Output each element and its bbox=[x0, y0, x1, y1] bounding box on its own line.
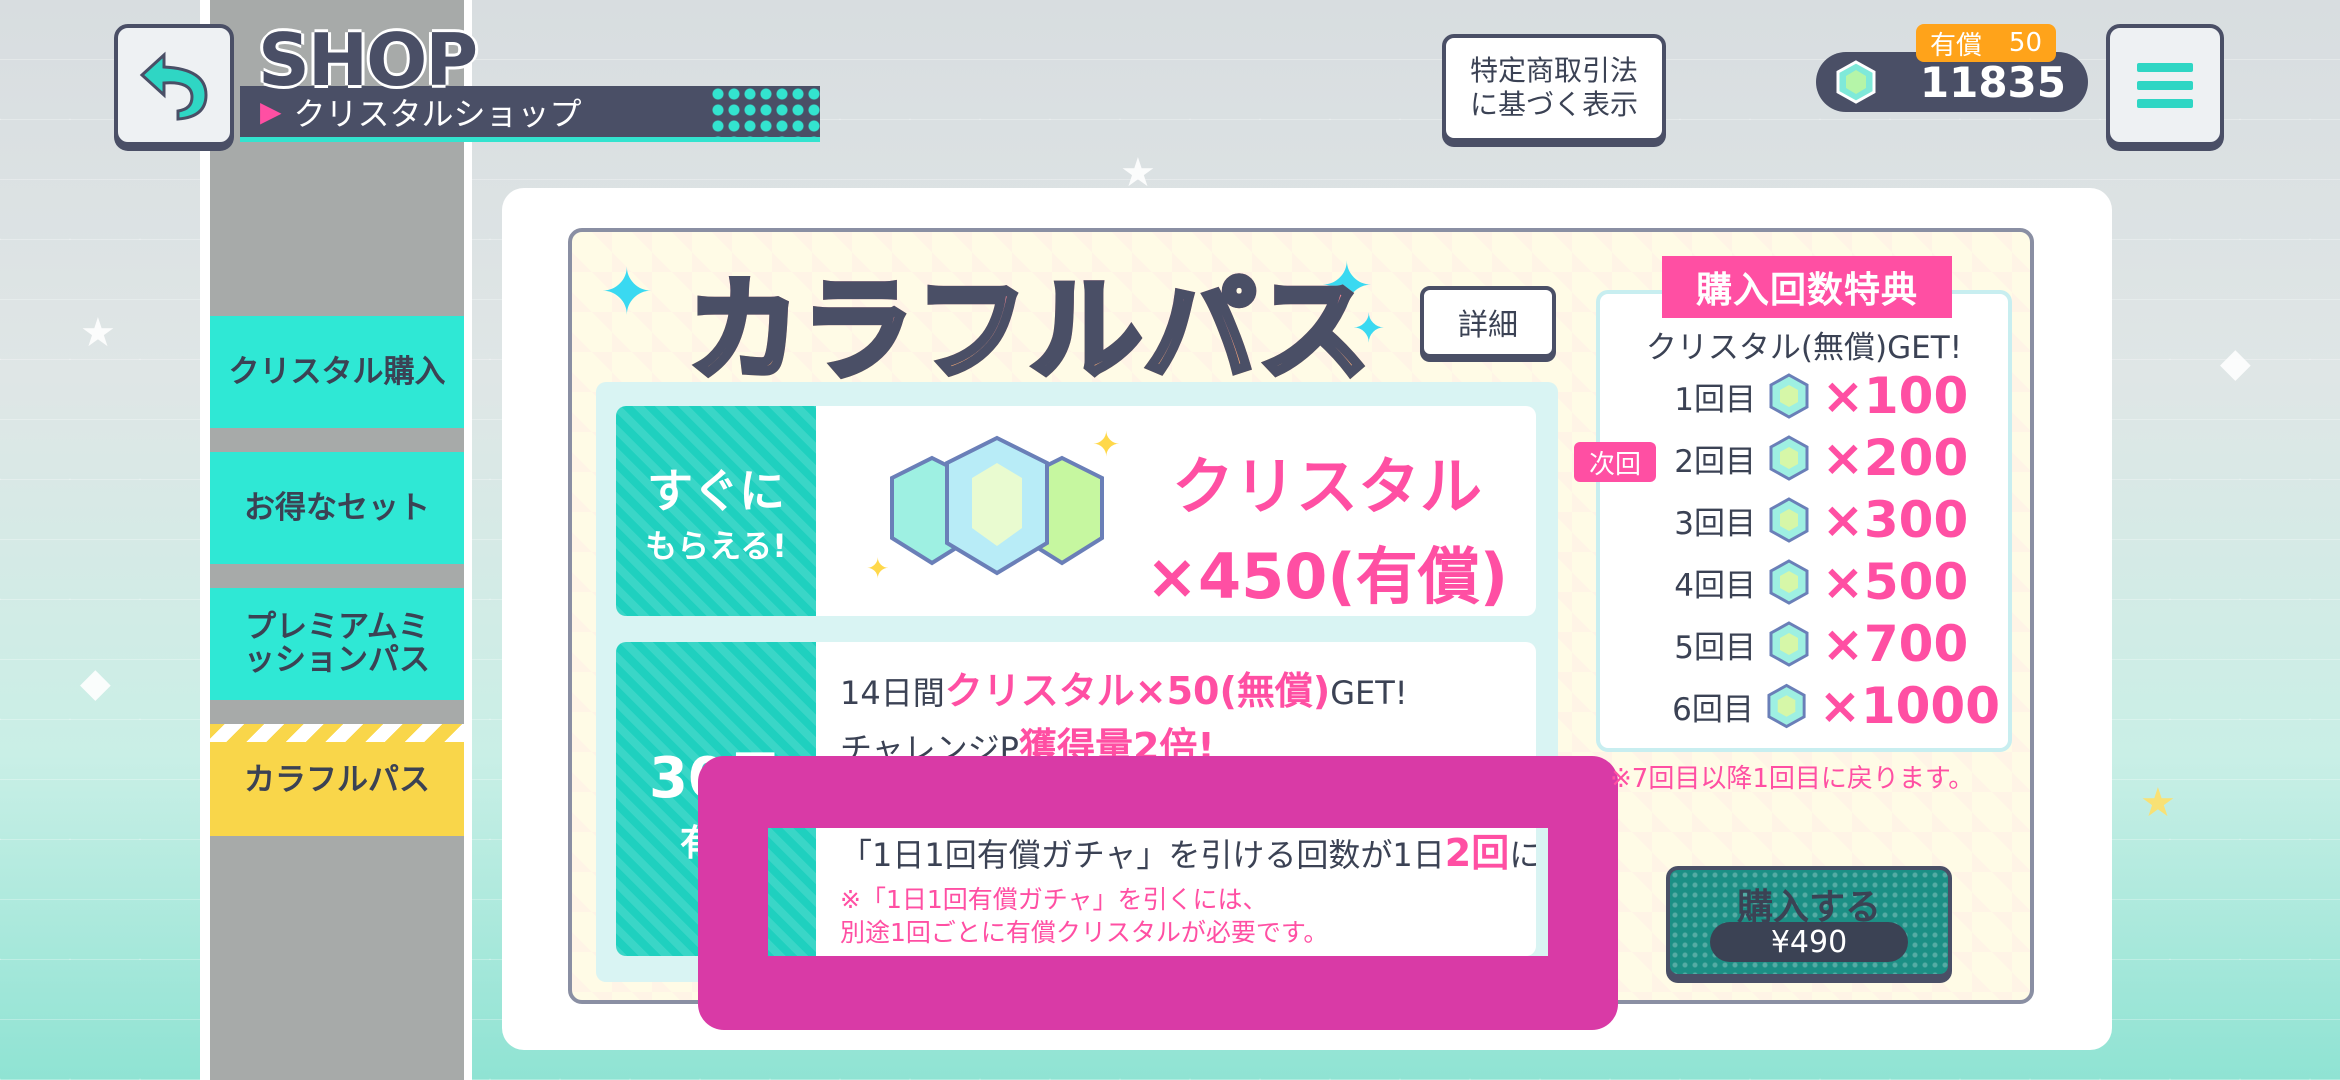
sidebar-item-value-set[interactable]: お得なセット bbox=[210, 452, 464, 564]
menu-icon-bar bbox=[2137, 80, 2193, 90]
crystal-icon bbox=[1769, 621, 1809, 667]
purchase-price: ¥490 bbox=[1710, 922, 1908, 962]
menu-icon-bar bbox=[2137, 62, 2193, 72]
bonus-row: 1回目 ×100 bbox=[1660, 367, 2000, 425]
purchase-bonus-subtitle: クリスタル(無償)GET! bbox=[1645, 330, 1963, 366]
bonus-row: 2回目 ×200 bbox=[1660, 429, 2000, 487]
tag-line: すぐに bbox=[647, 464, 785, 518]
text: GET! bbox=[1330, 674, 1408, 712]
tag-line: もらえる! bbox=[645, 527, 787, 565]
bonus-count: 4回目 bbox=[1674, 567, 1756, 604]
purchase-button[interactable]: 購入する ¥490 bbox=[1666, 866, 1952, 978]
bonus-value: ×1000 bbox=[1818, 677, 2000, 735]
bonus-footnote: ※7回目以降1回目に戻ります。 bbox=[1610, 764, 1975, 794]
sidebar-item-crystal-purchase[interactable]: クリスタル購入 bbox=[210, 316, 464, 428]
crystal-cluster-icon: ✦ ✦ bbox=[866, 428, 1121, 585]
legal-notice-button[interactable]: 特定商取引法に基づく表示 bbox=[1442, 34, 1666, 142]
crystal-icon bbox=[1767, 683, 1806, 729]
bonus-row: 6回目 ×1000 bbox=[1660, 677, 2000, 735]
crystal-icon bbox=[1769, 559, 1809, 605]
back-button[interactable] bbox=[114, 24, 234, 146]
svg-text:✦: ✦ bbox=[866, 552, 889, 585]
sidebar-item-label: お得なセット bbox=[244, 489, 430, 526]
sidebar-item-label: クリスタル購入 bbox=[228, 353, 446, 390]
star-decoration: ★ bbox=[2140, 780, 2176, 826]
sparkle-icon: ✦ bbox=[600, 256, 654, 330]
crystal-icon bbox=[1769, 497, 1809, 543]
sidebar-item-label: カラフルパス bbox=[244, 761, 430, 798]
paid-label: 有償 bbox=[1930, 30, 1983, 61]
menu-button[interactable] bbox=[2106, 24, 2224, 146]
bonus-value: ×700 bbox=[1822, 615, 1969, 673]
pass-title: カラフルパス bbox=[685, 240, 1373, 402]
next-purchase-badge: 次回 bbox=[1574, 442, 1656, 482]
crystal-total: 11835 bbox=[1919, 57, 2066, 107]
bonus-row: 3回目 ×300 bbox=[1660, 491, 2000, 549]
sidebar-item-premium-mission-pass[interactable]: プレミアムミッションパス bbox=[210, 588, 464, 700]
benefit-instant: すぐに もらえる! ✦ ✦ クリスタル ×450(有償) bbox=[616, 406, 1536, 616]
dot-pattern-decoration bbox=[710, 86, 820, 142]
text: 14日間 bbox=[840, 674, 945, 712]
highlight: クリスタル×50(無償) bbox=[944, 669, 1331, 713]
svg-text:✦: ✦ bbox=[1092, 428, 1121, 465]
crystal-icon bbox=[1769, 435, 1809, 481]
bonus-row: 4回目 ×500 bbox=[1660, 553, 2000, 611]
diamond-decoration: ◆ bbox=[2220, 340, 2251, 386]
crystal-icon bbox=[1769, 373, 1809, 419]
bonus-count: 5回目 bbox=[1674, 629, 1756, 666]
crystal-amount: ×450(有償) bbox=[1146, 540, 1509, 613]
bonus-count: 6回目 bbox=[1672, 691, 1754, 728]
back-arrow-icon bbox=[139, 51, 208, 121]
crystal-label: クリスタル bbox=[1172, 450, 1483, 523]
detail-label: 詳細 bbox=[1458, 308, 1518, 343]
paid-crystal-badge: 有償 50 bbox=[1916, 24, 2056, 62]
paid-count: 50 bbox=[2008, 28, 2042, 58]
menu-icon-bar bbox=[2137, 98, 2193, 108]
sidebar-item-label: プレミアムミッションパス bbox=[244, 609, 430, 678]
legal-notice-label: 特定商取引法に基づく表示 bbox=[1469, 54, 1638, 121]
bonus-value: ×300 bbox=[1822, 491, 1969, 549]
crystal-icon bbox=[1836, 60, 1876, 104]
bonus-row: 5回目 ×700 bbox=[1660, 615, 2000, 673]
benefit-tag: すぐに もらえる! bbox=[616, 406, 816, 616]
star-decoration: ★ bbox=[80, 310, 116, 356]
diamond-decoration: ◆ bbox=[80, 660, 111, 706]
bonus-value: ×500 bbox=[1822, 553, 1969, 611]
detail-button[interactable]: 詳細 bbox=[1420, 286, 1556, 358]
page-title: SHOP bbox=[258, 18, 478, 102]
benefit-instant-text: クリスタル ×450(有償) bbox=[1146, 436, 1508, 616]
bonus-count: 2回目 bbox=[1674, 443, 1756, 480]
sidebar-item-colorful-pass[interactable]: カラフルパス bbox=[210, 724, 464, 836]
bonus-value: ×100 bbox=[1822, 367, 1969, 425]
highlight-overlay-frame bbox=[698, 756, 1618, 1030]
bonus-value: ×200 bbox=[1822, 429, 1969, 487]
benefit-line-daily-crystal: 14日間クリスタル×50(無償)GET! bbox=[840, 660, 1408, 715]
purchase-bonus-ribbon: 購入回数特典 bbox=[1662, 256, 1952, 318]
bonus-count: 1回目 bbox=[1674, 381, 1756, 418]
bonus-count: 3回目 bbox=[1674, 505, 1756, 542]
